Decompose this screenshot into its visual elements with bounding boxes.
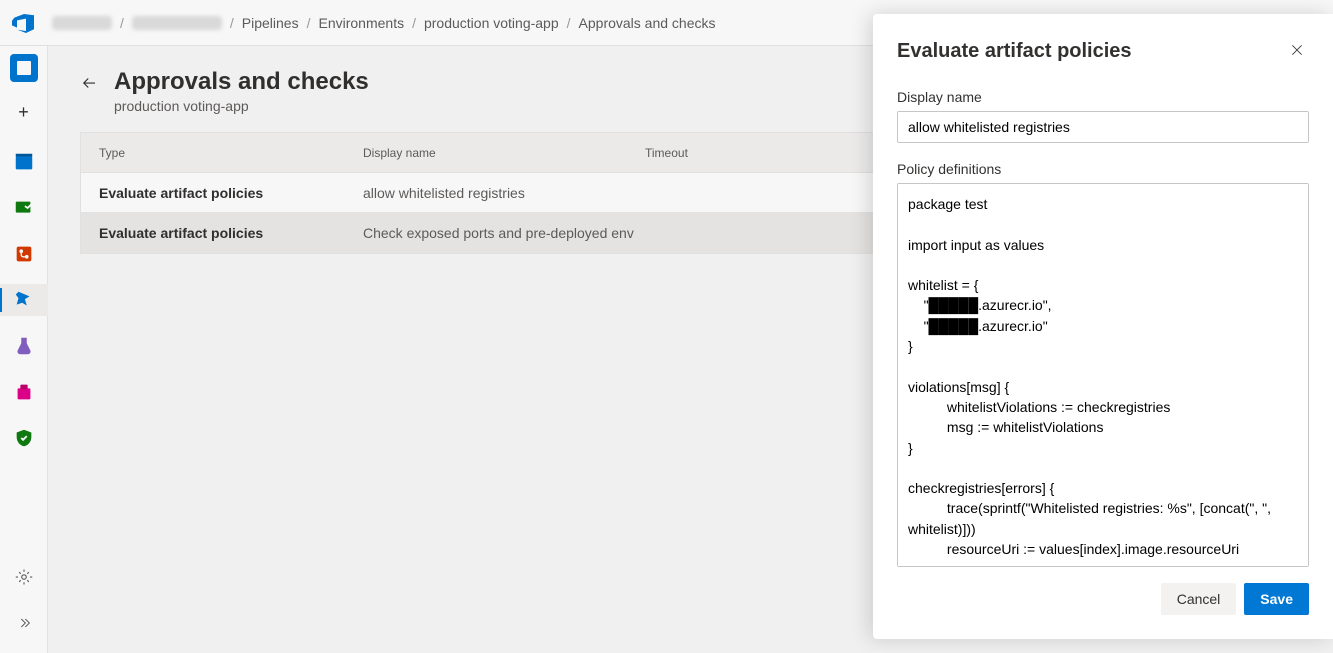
breadcrumb-environments[interactable]: Environments xyxy=(319,15,405,31)
nav-boards[interactable] xyxy=(8,146,40,178)
cell-display: Check exposed ports and pre-deployed env xyxy=(363,225,645,241)
breadcrumb-sep: / xyxy=(307,15,311,31)
nav-expand[interactable] xyxy=(8,607,40,639)
breadcrumb-sep: / xyxy=(120,15,124,31)
nav-compliance[interactable] xyxy=(8,422,40,454)
display-name-input[interactable] xyxy=(897,111,1309,143)
nav-overview[interactable] xyxy=(10,54,38,82)
cell-display: allow whitelisted registries xyxy=(363,185,645,201)
breadcrumb-sep: / xyxy=(567,15,571,31)
breadcrumb-project[interactable] xyxy=(132,16,222,30)
breadcrumb-sep: / xyxy=(412,15,416,31)
nav-add[interactable]: + xyxy=(8,96,40,128)
breadcrumb-pipelines[interactable]: Pipelines xyxy=(242,15,299,31)
close-button[interactable] xyxy=(1285,38,1309,65)
nav-repos[interactable] xyxy=(8,238,40,270)
policy-definitions-textarea[interactable] xyxy=(898,184,1308,566)
nav-pipelines[interactable] xyxy=(0,284,48,316)
breadcrumb-approvals[interactable]: Approvals and checks xyxy=(579,15,716,31)
cell-type: Evaluate artifact policies xyxy=(81,185,363,201)
cell-type: Evaluate artifact policies xyxy=(81,225,363,241)
side-panel: Evaluate artifact policies Display name … xyxy=(873,14,1333,639)
policy-definitions-label: Policy definitions xyxy=(897,161,1309,177)
cancel-button[interactable]: Cancel xyxy=(1161,583,1237,615)
nav-test-plans[interactable] xyxy=(8,330,40,362)
breadcrumb-env-name[interactable]: production voting-app xyxy=(424,15,559,31)
breadcrumb-sep: / xyxy=(230,15,234,31)
azure-devops-logo-icon[interactable] xyxy=(12,11,36,35)
nav-settings[interactable] xyxy=(8,561,40,593)
display-name-label: Display name xyxy=(897,89,1309,105)
panel-footer: Cancel Save xyxy=(897,567,1309,615)
breadcrumb-org[interactable] xyxy=(52,16,112,30)
page-subtitle: production voting-app xyxy=(114,98,369,114)
col-header-display[interactable]: Display name xyxy=(363,146,645,160)
save-button[interactable]: Save xyxy=(1244,583,1309,615)
back-button[interactable] xyxy=(80,74,98,95)
breadcrumb: / / Pipelines / Environments / productio… xyxy=(52,15,716,31)
left-nav: + xyxy=(0,46,48,653)
nav-artifacts[interactable] xyxy=(8,376,40,408)
panel-header: Evaluate artifact policies xyxy=(897,38,1309,65)
page-title: Approvals and checks xyxy=(114,68,369,96)
policy-textarea-wrap xyxy=(897,183,1309,567)
col-header-type[interactable]: Type xyxy=(81,146,363,160)
panel-title: Evaluate artifact policies xyxy=(897,40,1132,63)
nav-work-items[interactable] xyxy=(8,192,40,224)
